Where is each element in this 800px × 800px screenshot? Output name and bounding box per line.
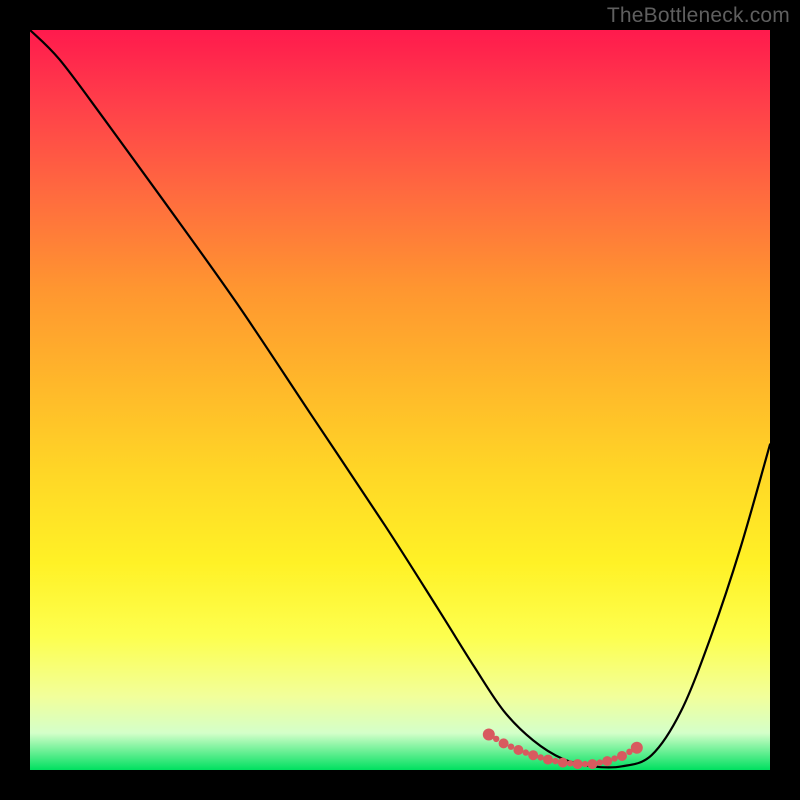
optimal-marker-mid: [582, 761, 588, 767]
optimal-marker-mid: [611, 755, 617, 761]
bottleneck-curve: [30, 30, 770, 767]
optimal-marker-mid: [508, 743, 514, 749]
watermark-text: TheBottleneck.com: [607, 4, 790, 28]
optimal-marker: [602, 756, 612, 766]
optimal-marker: [528, 750, 538, 760]
optimal-marker: [543, 755, 553, 765]
optimal-marker: [483, 728, 495, 740]
optimal-marker: [499, 738, 509, 748]
optimal-marker: [573, 759, 583, 769]
optimal-marker-mid: [597, 759, 603, 765]
optimal-marker-mid: [537, 754, 543, 760]
optimal-marker: [631, 742, 643, 754]
plot-area: [30, 30, 770, 770]
optimal-marker: [587, 759, 597, 769]
optimal-marker: [617, 751, 627, 761]
optimal-marker-mid: [523, 749, 529, 755]
optimal-marker: [513, 745, 523, 755]
optimal-marker-mid: [567, 760, 573, 766]
optimal-marker: [558, 758, 568, 768]
chart-svg: [30, 30, 770, 770]
optimal-range-markers: [483, 728, 643, 769]
optimal-marker-mid: [552, 758, 558, 764]
optimal-marker-mid: [626, 749, 632, 755]
optimal-marker-mid: [493, 736, 499, 742]
chart-stage: TheBottleneck.com: [0, 0, 800, 800]
